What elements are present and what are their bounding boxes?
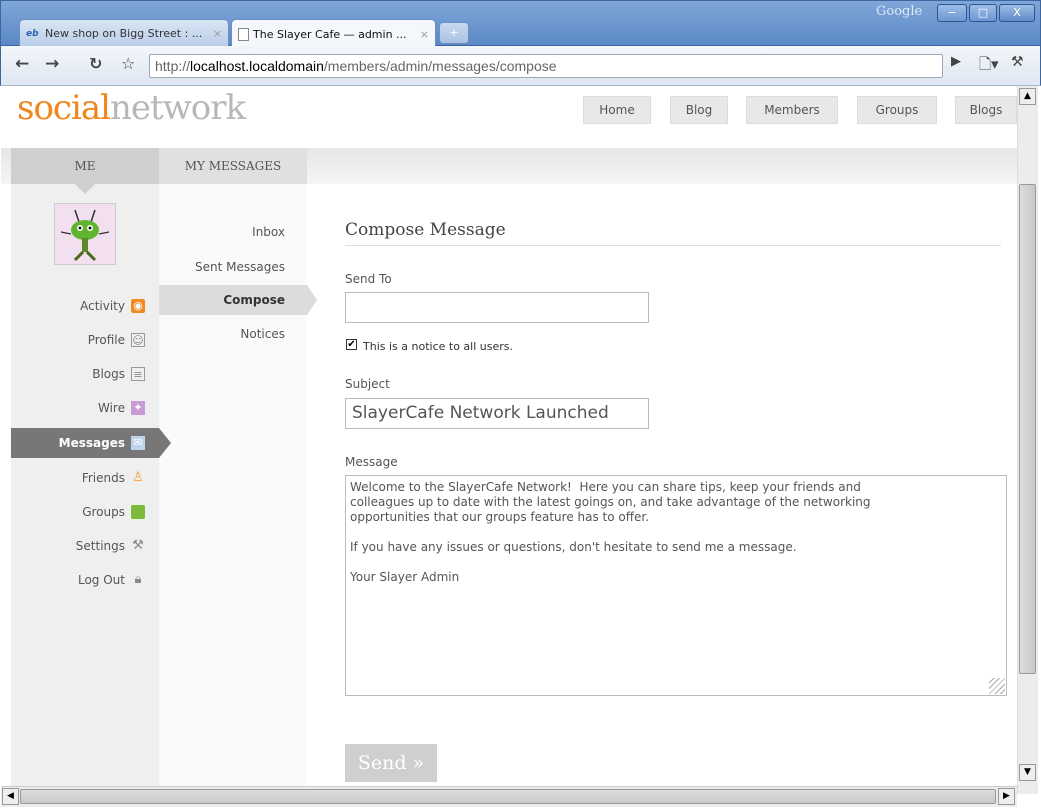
sidebar-item-label: Messages [58,436,125,450]
blog-icon: ≡ [131,367,145,381]
send-to-input[interactable] [345,292,649,323]
back-arrow-icon[interactable]: ← [15,54,29,74]
bookmark-star-icon[interactable]: ☆ [121,54,135,73]
page-menu-icon[interactable]: 🗋▾ [979,54,999,79]
tab-close-icon[interactable]: × [213,27,222,40]
wrench-icon: ⚒ [132,538,144,553]
nav-blog[interactable]: Blog [670,96,728,124]
sidebar-item-blogs[interactable]: Blogs ≡ [11,359,159,389]
browser-title-bar: eb New shop on Bigg Street : ... × The S… [0,0,1041,48]
page-viewport: socialnetwork Home Blog Members Groups B… [1,86,1017,794]
wire-icon: ✦ [131,401,145,415]
sidebar-item-label: Profile [87,333,125,347]
sidebar-item-label: Log Out [77,573,125,587]
sidebar-item-label: Friends [81,471,125,485]
site-logo[interactable]: socialnetwork [17,88,246,128]
sidebar-item-logout[interactable]: Log Out 🔒︎ [11,565,159,595]
submenu-item-compose[interactable]: Compose [159,285,317,315]
sidebar-item-profile[interactable]: Profile ☺ [11,325,159,355]
send-button[interactable]: Send » [345,744,437,782]
window-title-label: Google [876,4,923,19]
go-arrow-icon[interactable]: ▶ [951,54,961,69]
resize-handle-icon[interactable] [989,678,1005,694]
scroll-down-arrow-icon[interactable]: ▼ [1019,764,1036,781]
logo-text-social: social [17,88,111,128]
message-textarea[interactable]: Welcome to the SlayerCafe Network! Here … [345,475,1007,696]
title-divider [345,245,1001,246]
sidebar-item-groups[interactable]: Groups [11,497,159,527]
page-title: Compose Message [345,220,506,240]
browser-tab-new-shop[interactable]: eb New shop on Bigg Street : ... × [19,19,229,47]
notice-checkbox[interactable]: ✔ [346,339,357,350]
url-scheme: http:// [155,58,191,74]
logo-text-network: network [109,88,246,128]
browser-tab-slayer-cafe[interactable]: The Slayer Cafe — admin ... × [231,19,436,48]
nav-members[interactable]: Members [746,96,838,124]
lock-icon: 🔒︎ [134,572,142,587]
scroll-left-arrow-icon[interactable]: ◀ [2,788,19,805]
avatar[interactable] [54,203,116,265]
submenu-item-sent-messages[interactable]: Sent Messages [159,252,307,282]
scroll-up-arrow-icon[interactable]: ▲ [1019,88,1036,105]
submenu-item-notices[interactable]: Notices [159,319,307,349]
my-messages-section-tab: MY MESSAGES [159,148,307,184]
subject-label: Subject [345,377,390,391]
sidebar-item-label: Blogs [92,367,125,381]
scroll-right-arrow-icon[interactable]: ▶ [998,788,1015,805]
reload-icon[interactable]: ↻ [89,54,102,73]
envelope-icon: ✉ [131,436,145,450]
nav-groups[interactable]: Groups [857,96,937,124]
minimize-button[interactable]: − [937,4,967,22]
browser-toolbar: ← → ↻ ☆ http://localhost.localdomain/mem… [0,46,1041,86]
forward-arrow-icon[interactable]: → [45,54,59,74]
sidebar-item-settings[interactable]: Settings ⚒ [11,531,159,561]
horizontal-scroll-thumb[interactable] [20,789,996,804]
me-section-tab: ME [11,148,159,194]
sidebar-item-messages[interactable]: Messages ✉ [11,428,171,458]
friends-icon: ♙ [132,470,144,485]
tab-title: New shop on Bigg Street : ... [45,27,203,40]
alien-avatar-icon [60,209,110,262]
sidebar-item-wire[interactable]: Wire ✦ [11,393,159,423]
nav-home[interactable]: Home [583,96,651,124]
tab-close-icon[interactable]: × [420,28,429,41]
nav-blogs[interactable]: Blogs [955,96,1017,124]
vertical-scroll-thumb[interactable] [1019,184,1036,674]
wrench-menu-icon[interactable]: ⚒ [1011,54,1024,70]
profile-icon: ☺ [131,333,145,347]
rss-icon: ◉ [131,299,145,313]
submenu-item-inbox[interactable]: Inbox [159,217,307,247]
close-window-button[interactable]: X [999,4,1035,22]
url-host: localhost.localdomain [190,58,324,74]
maximize-button[interactable]: □ [969,4,997,22]
subject-input[interactable]: SlayerCafe Network Launched [345,398,649,429]
sidebar-item-label: Activity [80,299,125,313]
url-path: /members/admin/messages/compose [323,58,557,74]
eb-favicon-icon: eb [26,28,39,39]
page-favicon-icon [238,27,249,41]
sidebar-item-label: Wire [98,401,125,415]
address-bar[interactable]: http://localhost.localdomain/members/adm… [149,54,943,78]
sidebar-item-friends[interactable]: Friends ♙ [11,463,159,493]
tab-title: The Slayer Cafe — admin ... [253,27,407,41]
sidebar-item-label: Settings [75,539,125,553]
new-tab-button[interactable]: + [439,22,469,44]
sidebar-item-activity[interactable]: Activity ◉ [11,291,159,321]
message-label: Message [345,455,398,469]
send-to-label: Send To [345,272,392,286]
cube-icon [131,505,145,519]
notice-checkbox-label: This is a notice to all users. [363,340,513,353]
sidebar-item-label: Groups [82,505,125,519]
